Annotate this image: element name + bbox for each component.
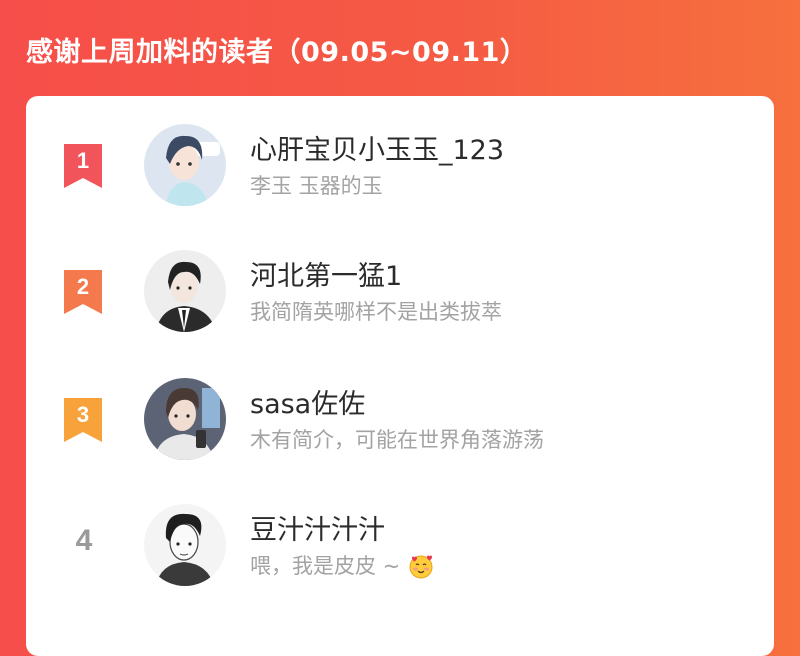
reader-bio: 我简隋英哪样不是出类拔萃 [250, 300, 502, 324]
rank-number: 2 [76, 274, 90, 299]
anime-boy-avatar-icon [144, 124, 226, 206]
rank-ribbon-icon: 2 [62, 270, 104, 316]
reader-bio: 喂，我是皮皮 ~ [250, 550, 434, 584]
rank-number: 1 [76, 148, 90, 173]
reader-name[interactable]: 豆汁汁汁汁 [250, 508, 385, 547]
reader-bio-text: 喂，我是皮皮 ~ [250, 554, 401, 578]
avatar[interactable] [144, 378, 226, 460]
rank-number: 3 [76, 402, 90, 427]
avatar[interactable] [144, 504, 226, 586]
list-item[interactable]: 1 心肝宝贝小玉玉_123 李玉 玉器的玉 [26, 114, 774, 214]
sketch-man-avatar-icon [144, 504, 226, 586]
reader-ranking-list: 1 心肝宝贝小玉玉_123 李玉 玉器的玉 2 河北第一猛1 我简隋英哪样不是出… [26, 96, 774, 656]
avatar[interactable] [144, 250, 226, 332]
rank-number: 4 [75, 524, 93, 557]
list-item[interactable]: 2 河北第一猛1 我简隋英哪样不是出类拔萃 [26, 240, 774, 340]
reader-bio: 李玉 玉器的玉 [250, 174, 383, 198]
reader-name[interactable]: sasa佐佐 [250, 382, 365, 421]
list-item[interactable]: 3 sasa佐佐 木有简介，可能在世界角落游荡 [26, 368, 774, 468]
list-item[interactable]: 4 豆汁汁汁汁 喂，我是皮皮 ~ [26, 494, 774, 594]
reader-bio: 木有简介，可能在世界角落游荡 [250, 428, 544, 452]
reader-name[interactable]: 河北第一猛1 [250, 254, 402, 293]
avatar[interactable] [144, 124, 226, 206]
rank-ribbon-icon: 3 [62, 398, 104, 444]
rank-ribbon-icon: 1 [62, 144, 104, 190]
reader-name[interactable]: 心肝宝贝小玉玉_123 [250, 128, 504, 167]
anime-man-phone-avatar-icon [144, 378, 226, 460]
page-title: 感谢上周加料的读者（09.05~09.11） [26, 37, 528, 68]
anime-man-suit-avatar-icon [144, 250, 226, 332]
smiling-face-hearts-emoji-icon [408, 553, 434, 584]
